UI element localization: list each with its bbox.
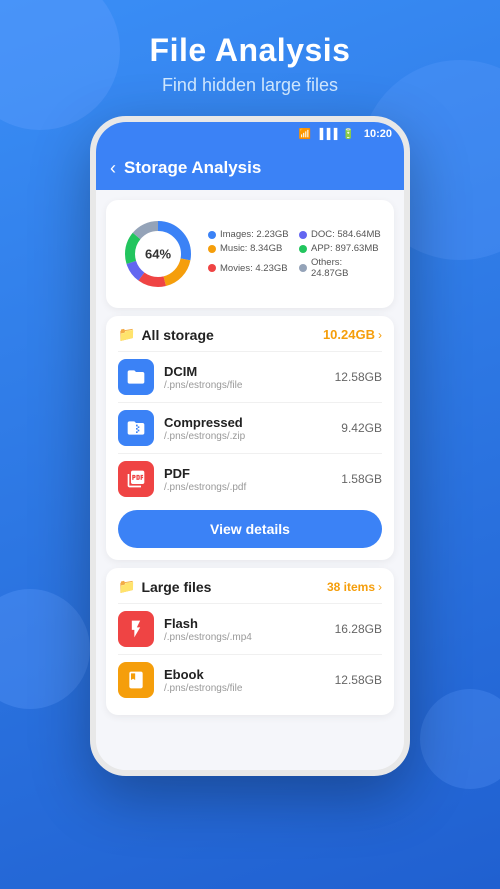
legend-others: Others: 24.87GB <box>299 257 382 279</box>
dcim-icon <box>118 359 154 395</box>
all-storage-card: 📁 All storage 10.24GB › DCIM /.p <box>106 316 394 560</box>
flash-icon <box>118 611 154 647</box>
pdf-name: PDF <box>164 466 331 481</box>
legend-dot-others <box>299 264 307 272</box>
large-files-folder-icon: 📁 <box>118 578 135 595</box>
legend-app: APP: 897.63MB <box>299 243 382 254</box>
legend-dot-app <box>299 245 307 253</box>
ebook-icon <box>118 662 154 698</box>
legend-dot-movies <box>208 264 216 272</box>
battery-icon: 🔋 <box>342 129 354 140</box>
large-files-title: Large files <box>141 579 211 595</box>
legend-label-others: Others: 24.87GB <box>311 257 382 279</box>
phone-mockup: 📶 ▐▐▐ 🔋 10:20 ‹ Storage Analysis <box>90 116 410 776</box>
ebook-info: Ebook /.pns/estrongs/file <box>164 667 325 694</box>
legend-music: Music: 8.34GB <box>208 243 291 254</box>
view-details-button[interactable]: View details <box>118 510 382 548</box>
header-section: File Analysis Find hidden large files <box>0 0 500 96</box>
large-files-title-row: 📁 Large files <box>118 578 211 595</box>
all-storage-title: All storage <box>141 327 213 343</box>
large-files-card: 📁 Large files 38 items › Flash / <box>106 568 394 715</box>
legend-label-app: APP: 897.63MB <box>311 243 379 254</box>
donut-chart: 64% <box>118 214 198 294</box>
pdf-path: /.pns/estrongs/.pdf <box>164 482 331 493</box>
flash-info: Flash /.pns/estrongs/.mp4 <box>164 616 325 643</box>
legend-dot-doc <box>299 231 307 239</box>
all-storage-meta[interactable]: 10.24GB › <box>323 327 382 342</box>
legend-movies: Movies: 4.23GB <box>208 257 291 279</box>
file-item-ebook[interactable]: Ebook /.pns/estrongs/file 12.58GB <box>118 654 382 705</box>
large-files-meta[interactable]: 38 items › <box>327 580 382 594</box>
compressed-name: Compressed <box>164 415 331 430</box>
flash-path: /.pns/estrongs/.mp4 <box>164 632 325 643</box>
top-bar: ‹ Storage Analysis <box>96 146 404 190</box>
flash-name: Flash <box>164 616 325 631</box>
pdf-info: PDF /.pns/estrongs/.pdf <box>164 466 331 493</box>
status-time: 10:20 <box>364 128 392 140</box>
storage-folder-icon: 📁 <box>118 326 135 343</box>
chart-row: 64% Images: 2.23GB DOC: 584.64MB <box>118 214 382 294</box>
compressed-info: Compressed /.pns/estrongs/.zip <box>164 415 331 442</box>
large-files-count: 38 items <box>327 580 375 594</box>
legend-dot-music <box>208 245 216 253</box>
chart-legend: Images: 2.23GB DOC: 584.64MB Music: 8.34… <box>208 229 382 279</box>
phone-container: 📶 ▐▐▐ 🔋 10:20 ‹ Storage Analysis <box>0 116 500 776</box>
file-item-dcim[interactable]: DCIM /.pns/estrongs/file 12.58GB <box>118 351 382 402</box>
content-area: 64% Images: 2.23GB DOC: 584.64MB <box>96 190 404 770</box>
compressed-size: 9.42GB <box>341 421 382 435</box>
pdf-size: 1.58GB <box>341 472 382 486</box>
legend-label-images: Images: 2.23GB <box>220 229 289 240</box>
donut-center-text: 64% <box>145 247 171 262</box>
legend-dot-images <box>208 231 216 239</box>
ebook-name: Ebook <box>164 667 325 682</box>
page-subtitle: Find hidden large files <box>0 75 500 96</box>
dcim-path: /.pns/estrongs/file <box>164 380 325 391</box>
legend-doc: DOC: 584.64MB <box>299 229 382 240</box>
all-storage-chevron: › <box>378 328 382 342</box>
legend-label-movies: Movies: 4.23GB <box>220 263 288 274</box>
dcim-size: 12.58GB <box>335 370 382 384</box>
file-item-compressed[interactable]: Compressed /.pns/estrongs/.zip 9.42GB <box>118 402 382 453</box>
top-bar-title: Storage Analysis <box>124 158 261 178</box>
all-storage-header: 📁 All storage 10.24GB › <box>118 326 382 343</box>
all-storage-title-row: 📁 All storage <box>118 326 214 343</box>
ebook-size: 12.58GB <box>335 673 382 687</box>
file-item-flash[interactable]: Flash /.pns/estrongs/.mp4 16.28GB <box>118 603 382 654</box>
legend-images: Images: 2.23GB <box>208 229 291 240</box>
large-files-header: 📁 Large files 38 items › <box>118 578 382 595</box>
file-item-pdf[interactable]: PDF /.pns/estrongs/.pdf 1.58GB <box>118 453 382 504</box>
dcim-info: DCIM /.pns/estrongs/file <box>164 364 325 391</box>
legend-label-doc: DOC: 584.64MB <box>311 229 381 240</box>
legend-label-music: Music: 8.34GB <box>220 243 282 254</box>
compressed-icon <box>118 410 154 446</box>
compressed-path: /.pns/estrongs/.zip <box>164 431 331 442</box>
signal-icon: ▐▐▐ <box>316 129 337 140</box>
all-storage-total: 10.24GB <box>323 327 375 342</box>
dcim-name: DCIM <box>164 364 325 379</box>
wifi-icon: 📶 <box>299 129 311 140</box>
chart-card: 64% Images: 2.23GB DOC: 584.64MB <box>106 200 394 308</box>
flash-size: 16.28GB <box>335 622 382 636</box>
status-bar: 📶 ▐▐▐ 🔋 10:20 <box>96 122 404 146</box>
ebook-path: /.pns/estrongs/file <box>164 683 325 694</box>
page-title: File Analysis <box>0 32 500 69</box>
large-files-chevron: › <box>378 580 382 594</box>
back-button[interactable]: ‹ <box>110 158 116 179</box>
pdf-icon <box>118 461 154 497</box>
